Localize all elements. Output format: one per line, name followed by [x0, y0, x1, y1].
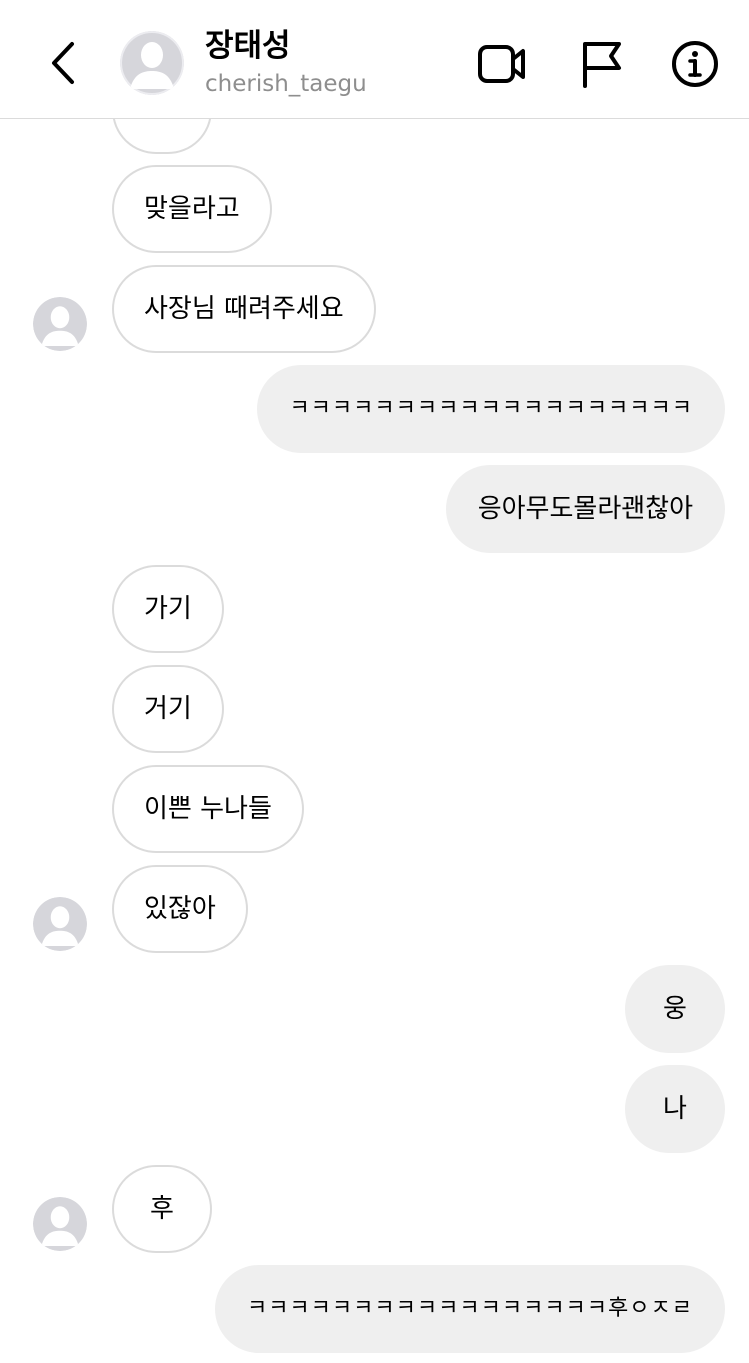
- video-call-button[interactable]: [476, 40, 528, 88]
- video-call-icon: [478, 45, 525, 83]
- message-bubble[interactable]: 나: [625, 1065, 725, 1153]
- flag-button[interactable]: [578, 40, 630, 88]
- default-avatar-icon: [33, 1197, 87, 1251]
- message-text: 나: [663, 1094, 687, 1124]
- message-bubble[interactable]: 거기: [112, 665, 224, 753]
- contact-title[interactable]: 장태성 cherish_taegu: [205, 26, 367, 100]
- info-icon: [672, 41, 718, 87]
- message-text: 있잖아: [144, 894, 216, 924]
- message-bubble[interactable]: 이쁜 누나들: [112, 765, 304, 853]
- dm-thread-screen: 장태성 cherish_taegu 맞을라고 사장님 때려주세요 ㅋㅋㅋㅋㅋㅋㅋ…: [0, 0, 749, 1363]
- message-text: 이쁜 누나들: [144, 794, 272, 824]
- message-bubble[interactable]: ㅋㅋㅋㅋㅋㅋㅋㅋㅋㅋㅋㅋㅋㅋㅋㅋㅋ후ㅇㅈㄹ: [214, 1265, 725, 1353]
- message-text: 거기: [144, 694, 192, 724]
- message-bubble[interactable]: ㅋㅋㅋㅋㅋㅋㅋㅋㅋㅋㅋㅋㅋㅋㅋㅋㅋㅋㅋ: [257, 365, 725, 453]
- sender-avatar[interactable]: [33, 1197, 87, 1251]
- thread-header: 장태성 cherish_taegu: [0, 0, 749, 119]
- message-text: 사장님 때려주세요: [144, 294, 344, 324]
- contact-name: 장태성: [205, 28, 291, 64]
- contact-handle: cherish_taegu: [205, 71, 367, 97]
- message-text: 가기: [144, 594, 192, 624]
- message-bubble[interactable]: 가기: [112, 565, 224, 653]
- message-text: ㅋㅋㅋㅋㅋㅋㅋㅋㅋㅋㅋㅋㅋㅋㅋㅋㅋ후ㅇㅈㄹ: [246, 1296, 693, 1321]
- default-avatar-icon: [33, 897, 87, 951]
- message-bubble[interactable]: 맞을라고: [112, 165, 272, 253]
- message-bubble[interactable]: 응아무도몰라괜찮아: [445, 465, 725, 553]
- message-text: 맞을라고: [144, 194, 240, 224]
- message-bubble[interactable]: 웅: [625, 965, 725, 1053]
- default-avatar-icon: [33, 297, 87, 351]
- back-button[interactable]: [44, 38, 84, 88]
- message-bubble[interactable]: 사장님 때려주세요: [112, 265, 376, 353]
- sender-avatar[interactable]: [33, 897, 87, 951]
- message-bubble[interactable]: 후: [112, 1165, 212, 1253]
- sender-avatar[interactable]: [33, 297, 87, 351]
- message-text: 후: [150, 1194, 174, 1224]
- message-text: 응아무도몰라괜찮아: [477, 494, 693, 524]
- info-button[interactable]: [669, 40, 721, 88]
- chevron-left-icon: [52, 42, 74, 84]
- message-text: 웅: [663, 994, 687, 1024]
- contact-avatar[interactable]: [120, 31, 184, 95]
- message-bubble[interactable]: 있잖아: [112, 865, 248, 953]
- flag-icon: [583, 42, 621, 88]
- default-avatar-icon: [120, 31, 184, 95]
- message-text: ㅋㅋㅋㅋㅋㅋㅋㅋㅋㅋㅋㅋㅋㅋㅋㅋㅋㅋㅋ: [289, 396, 693, 421]
